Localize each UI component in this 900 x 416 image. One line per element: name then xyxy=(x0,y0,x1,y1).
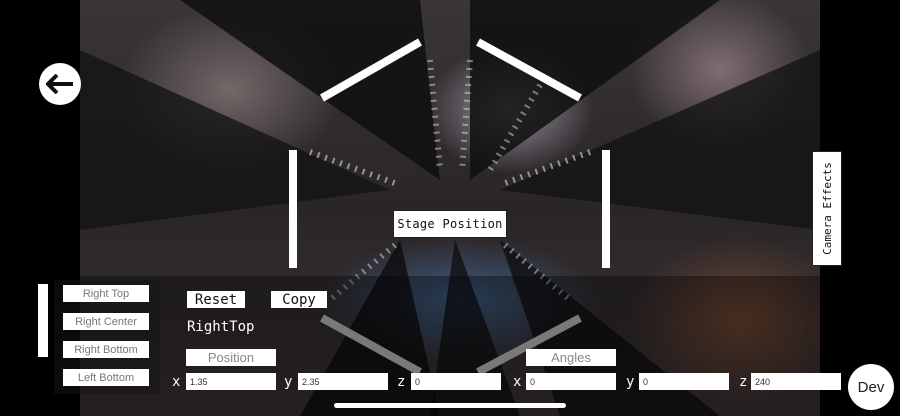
preset-right-top-button[interactable]: Right Top xyxy=(63,285,149,302)
angles-x-label: x xyxy=(513,374,522,390)
preset-right-center-button[interactable]: Right Center xyxy=(63,313,149,330)
position-z-input[interactable] xyxy=(411,373,501,390)
angles-x-input[interactable] xyxy=(526,373,616,390)
angles-y-label: y xyxy=(626,374,635,390)
camera-effects-button[interactable]: Camera Effects xyxy=(812,151,842,266)
position-x-input[interactable] xyxy=(186,373,276,390)
arrow-left-icon xyxy=(46,74,73,94)
position-x-label: x xyxy=(172,374,181,390)
angles-z-input[interactable] xyxy=(751,373,841,390)
position-group-label: Position xyxy=(186,349,276,366)
angles-z-label: z xyxy=(739,374,748,390)
preset-scrollbar[interactable] xyxy=(38,284,48,357)
position-y-input[interactable] xyxy=(298,373,388,390)
position-z-label: z xyxy=(397,374,406,390)
angles-y-input[interactable] xyxy=(639,373,729,390)
back-button[interactable] xyxy=(39,63,81,105)
position-y-label: y xyxy=(284,374,293,390)
preset-right-bottom-button[interactable]: Right Bottom xyxy=(63,341,149,358)
stage-position-button[interactable]: Stage Position xyxy=(393,210,507,238)
home-indicator[interactable] xyxy=(334,403,566,408)
dev-button[interactable]: Dev xyxy=(848,364,894,410)
reset-button[interactable]: Reset xyxy=(187,291,245,308)
camera-effects-label: Camera Effects xyxy=(820,162,834,255)
angles-group-label: Angles xyxy=(526,349,616,366)
preset-left-bottom-button[interactable]: Left Bottom xyxy=(63,369,149,386)
current-preset-name: RightTop xyxy=(187,319,255,335)
copy-button[interactable]: Copy xyxy=(271,291,327,308)
